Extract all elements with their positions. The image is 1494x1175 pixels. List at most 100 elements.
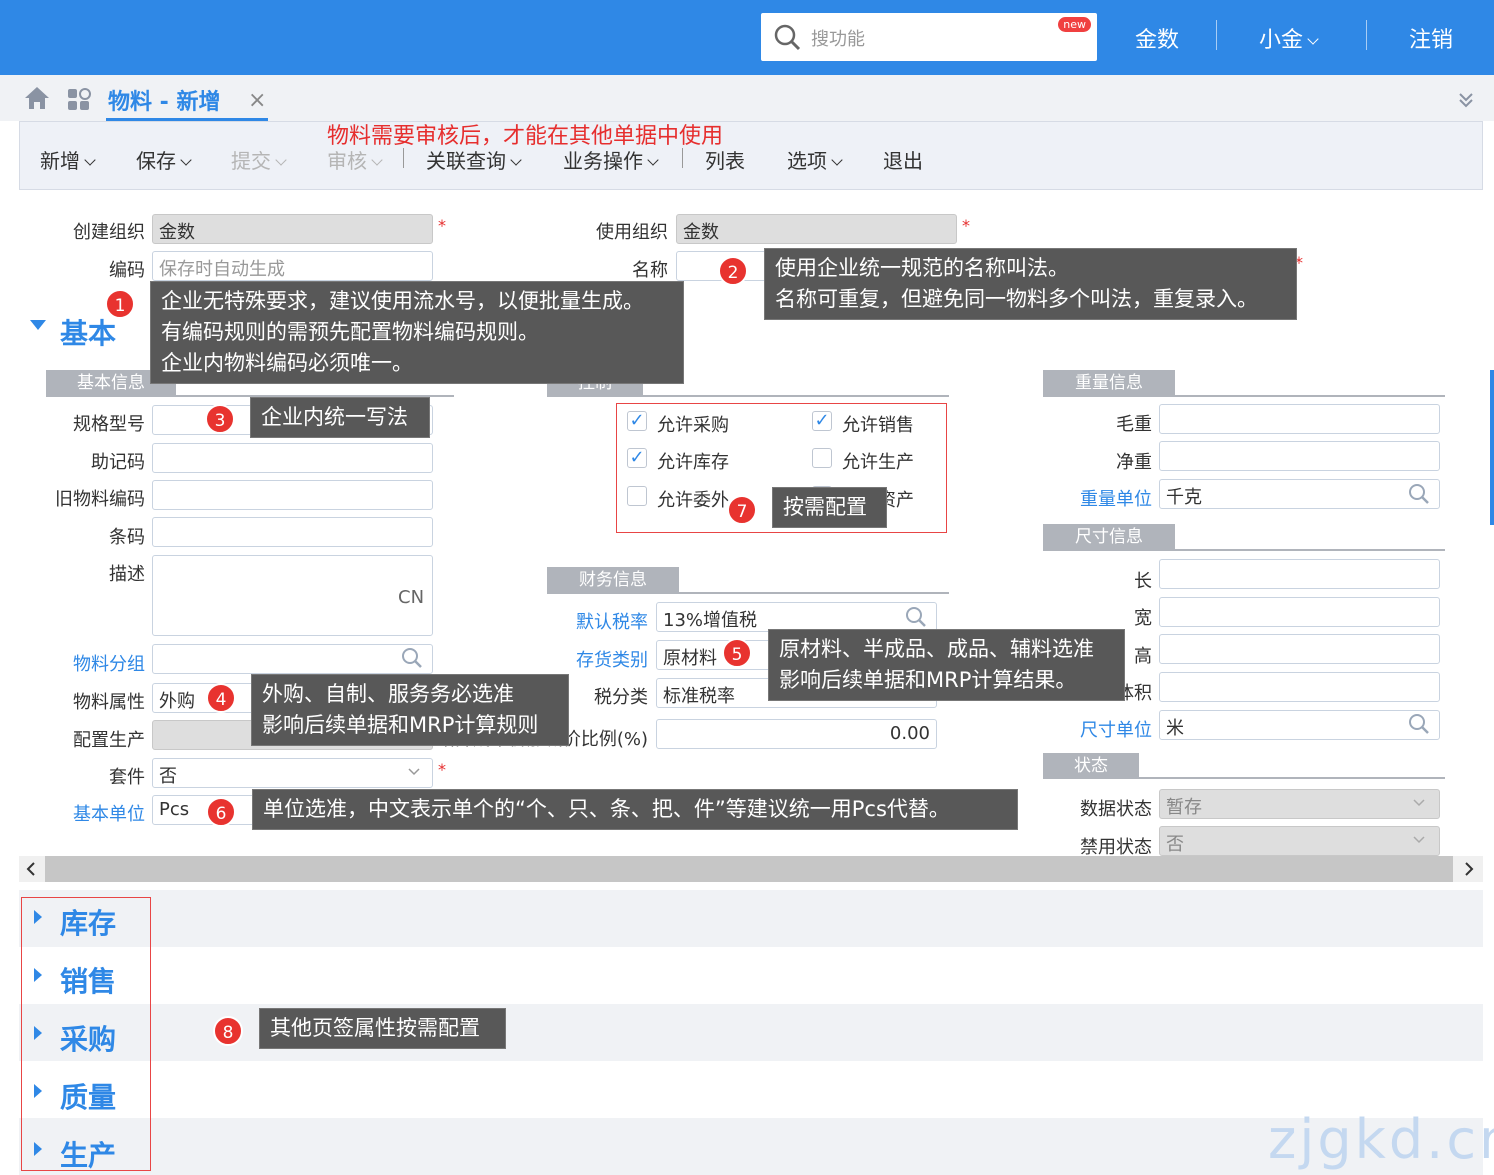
tip-attr: 外购、自制、服务务必选准 影响后续单据和MRP计算规则	[251, 674, 569, 746]
required-mark: *	[962, 216, 970, 235]
search-icon[interactable]	[905, 606, 927, 628]
submit-button[interactable]: 提交	[231, 145, 287, 174]
allow-outsource-checkbox[interactable]	[627, 486, 647, 506]
group-field[interactable]	[152, 644, 433, 674]
options-button[interactable]: 选项	[787, 145, 843, 174]
kit-select[interactable]: 否	[152, 758, 433, 788]
search-icon[interactable]	[1408, 483, 1430, 505]
create-org-field[interactable]: 金数	[152, 214, 433, 244]
scroll-indicator[interactable]	[1490, 370, 1494, 525]
org-switcher[interactable]: 金数	[1135, 22, 1179, 54]
list-button[interactable]: 列表	[705, 145, 745, 174]
required-mark: *	[438, 216, 446, 235]
apps-icon[interactable]	[67, 88, 93, 112]
allow-purchase-label: 允许采购	[657, 415, 729, 436]
use-org-field[interactable]: 金数	[676, 214, 957, 244]
search-icon[interactable]	[1408, 713, 1430, 735]
data-status-select[interactable]: 暂存	[1159, 789, 1440, 819]
section-band	[19, 1118, 1483, 1175]
tab-material-new[interactable]: 物料 - 新增	[108, 84, 220, 120]
unit-label[interactable]: 基本单位	[40, 800, 145, 826]
search-placeholder: 搜功能	[811, 29, 865, 50]
width-field[interactable]	[1159, 597, 1440, 627]
cost-field[interactable]: 0.00	[656, 719, 937, 749]
callout-number: 1	[105, 289, 135, 319]
height-field[interactable]	[1159, 634, 1440, 664]
section-band	[19, 947, 1483, 1004]
gross-weight-field[interactable]	[1159, 404, 1440, 434]
spec-label: 规格型号	[73, 414, 145, 435]
desc-lang-badge[interactable]: CN	[398, 587, 424, 608]
search-input[interactable]: 搜功能 new	[761, 13, 1097, 61]
business-ops-button[interactable]: 业务操作	[563, 145, 659, 174]
old-code-field[interactable]	[152, 480, 433, 510]
divider	[1043, 395, 1445, 397]
volume-field[interactable]	[1159, 672, 1440, 702]
code-field[interactable]: 保存时自动生成	[152, 251, 433, 281]
stock-type-label[interactable]: 存货类别	[550, 646, 648, 672]
tax-rate-label[interactable]: 默认税率	[550, 608, 648, 634]
callout-number: 5	[722, 638, 752, 668]
tab-bar	[0, 75, 1494, 121]
exit-button[interactable]: 退出	[883, 145, 923, 174]
chevron-down-icon	[1413, 799, 1425, 807]
related-query-button[interactable]: 关联查询	[426, 145, 522, 174]
allow-sale-checkbox[interactable]: ✓	[812, 411, 832, 431]
callout-number: 4	[206, 683, 236, 713]
chevron-down-icon	[1307, 33, 1319, 45]
use-org-label: 使用组织	[596, 222, 668, 243]
group-label[interactable]: 物料分组	[40, 650, 145, 676]
disable-status-select[interactable]: 否	[1159, 826, 1440, 856]
collapse-icon[interactable]	[30, 320, 46, 330]
divider	[547, 395, 949, 397]
search-icon[interactable]	[401, 647, 423, 669]
home-icon[interactable]	[24, 86, 50, 110]
tax-rate-field[interactable]: 13%增值税	[656, 602, 937, 632]
desc-field[interactable]	[152, 555, 433, 636]
scrollbar-thumb[interactable]	[45, 856, 1453, 882]
section-band	[19, 1061, 1483, 1118]
net-weight-field[interactable]	[1159, 441, 1440, 471]
callout-number: 6	[206, 797, 236, 827]
weight-unit-field[interactable]: 千克	[1159, 479, 1440, 509]
divider	[403, 148, 404, 168]
double-chevron-down-icon[interactable]	[1458, 92, 1474, 108]
old-code-label: 旧物料编码	[55, 489, 145, 510]
save-button[interactable]: 保存	[136, 145, 192, 174]
data-status-label: 数据状态	[1080, 799, 1152, 820]
section-basic-title[interactable]: 基本	[60, 312, 116, 352]
close-icon[interactable]: ×	[248, 88, 266, 113]
allow-produce-checkbox[interactable]	[812, 448, 832, 468]
new-button[interactable]: 新增	[40, 145, 96, 174]
chevron-left-icon[interactable]	[25, 862, 37, 876]
divider	[1366, 20, 1367, 50]
barcode-label: 条码	[109, 527, 145, 548]
tip-other-tabs: 其他页签属性按需配置	[259, 1008, 506, 1049]
audit-button[interactable]: 审核	[327, 145, 383, 174]
logout-button[interactable]: 注销	[1409, 22, 1453, 54]
tip-unit: 单位选准，中文表示单个的“个、只、条、把、件”等建议统一用Pcs代替。	[252, 789, 1018, 830]
required-mark: *	[438, 760, 446, 779]
chevron-down-icon	[1413, 836, 1425, 844]
divider	[682, 148, 683, 168]
size-unit-field[interactable]: 米	[1159, 710, 1440, 740]
net-weight-label: 净重	[1116, 452, 1152, 473]
group-finance-header: 财务信息	[547, 567, 679, 593]
length-field[interactable]	[1159, 559, 1440, 589]
allow-purchase-checkbox[interactable]: ✓	[627, 411, 647, 431]
allow-produce-label: 允许生产	[842, 452, 914, 473]
chevron-right-icon[interactable]	[1463, 862, 1475, 876]
user-menu[interactable]: 小金	[1259, 22, 1319, 54]
size-unit-label[interactable]: 尺寸单位	[1050, 716, 1152, 742]
divider	[1043, 549, 1445, 551]
barcode-field[interactable]	[152, 517, 433, 547]
divider	[547, 592, 949, 594]
tip-code: 企业无特殊要求，建议使用流水号，以便批量生成。 有编码规则的需预先配置物料编码规则…	[150, 281, 684, 384]
callout-number: 7	[727, 495, 757, 525]
length-label: 长	[1134, 571, 1152, 592]
code-label: 编码	[109, 260, 145, 281]
mnemonic-field[interactable]	[152, 443, 433, 473]
allow-stock-checkbox[interactable]: ✓	[627, 448, 647, 468]
name-label: 名称	[632, 260, 668, 281]
weight-unit-label[interactable]: 重量单位	[1050, 485, 1152, 511]
